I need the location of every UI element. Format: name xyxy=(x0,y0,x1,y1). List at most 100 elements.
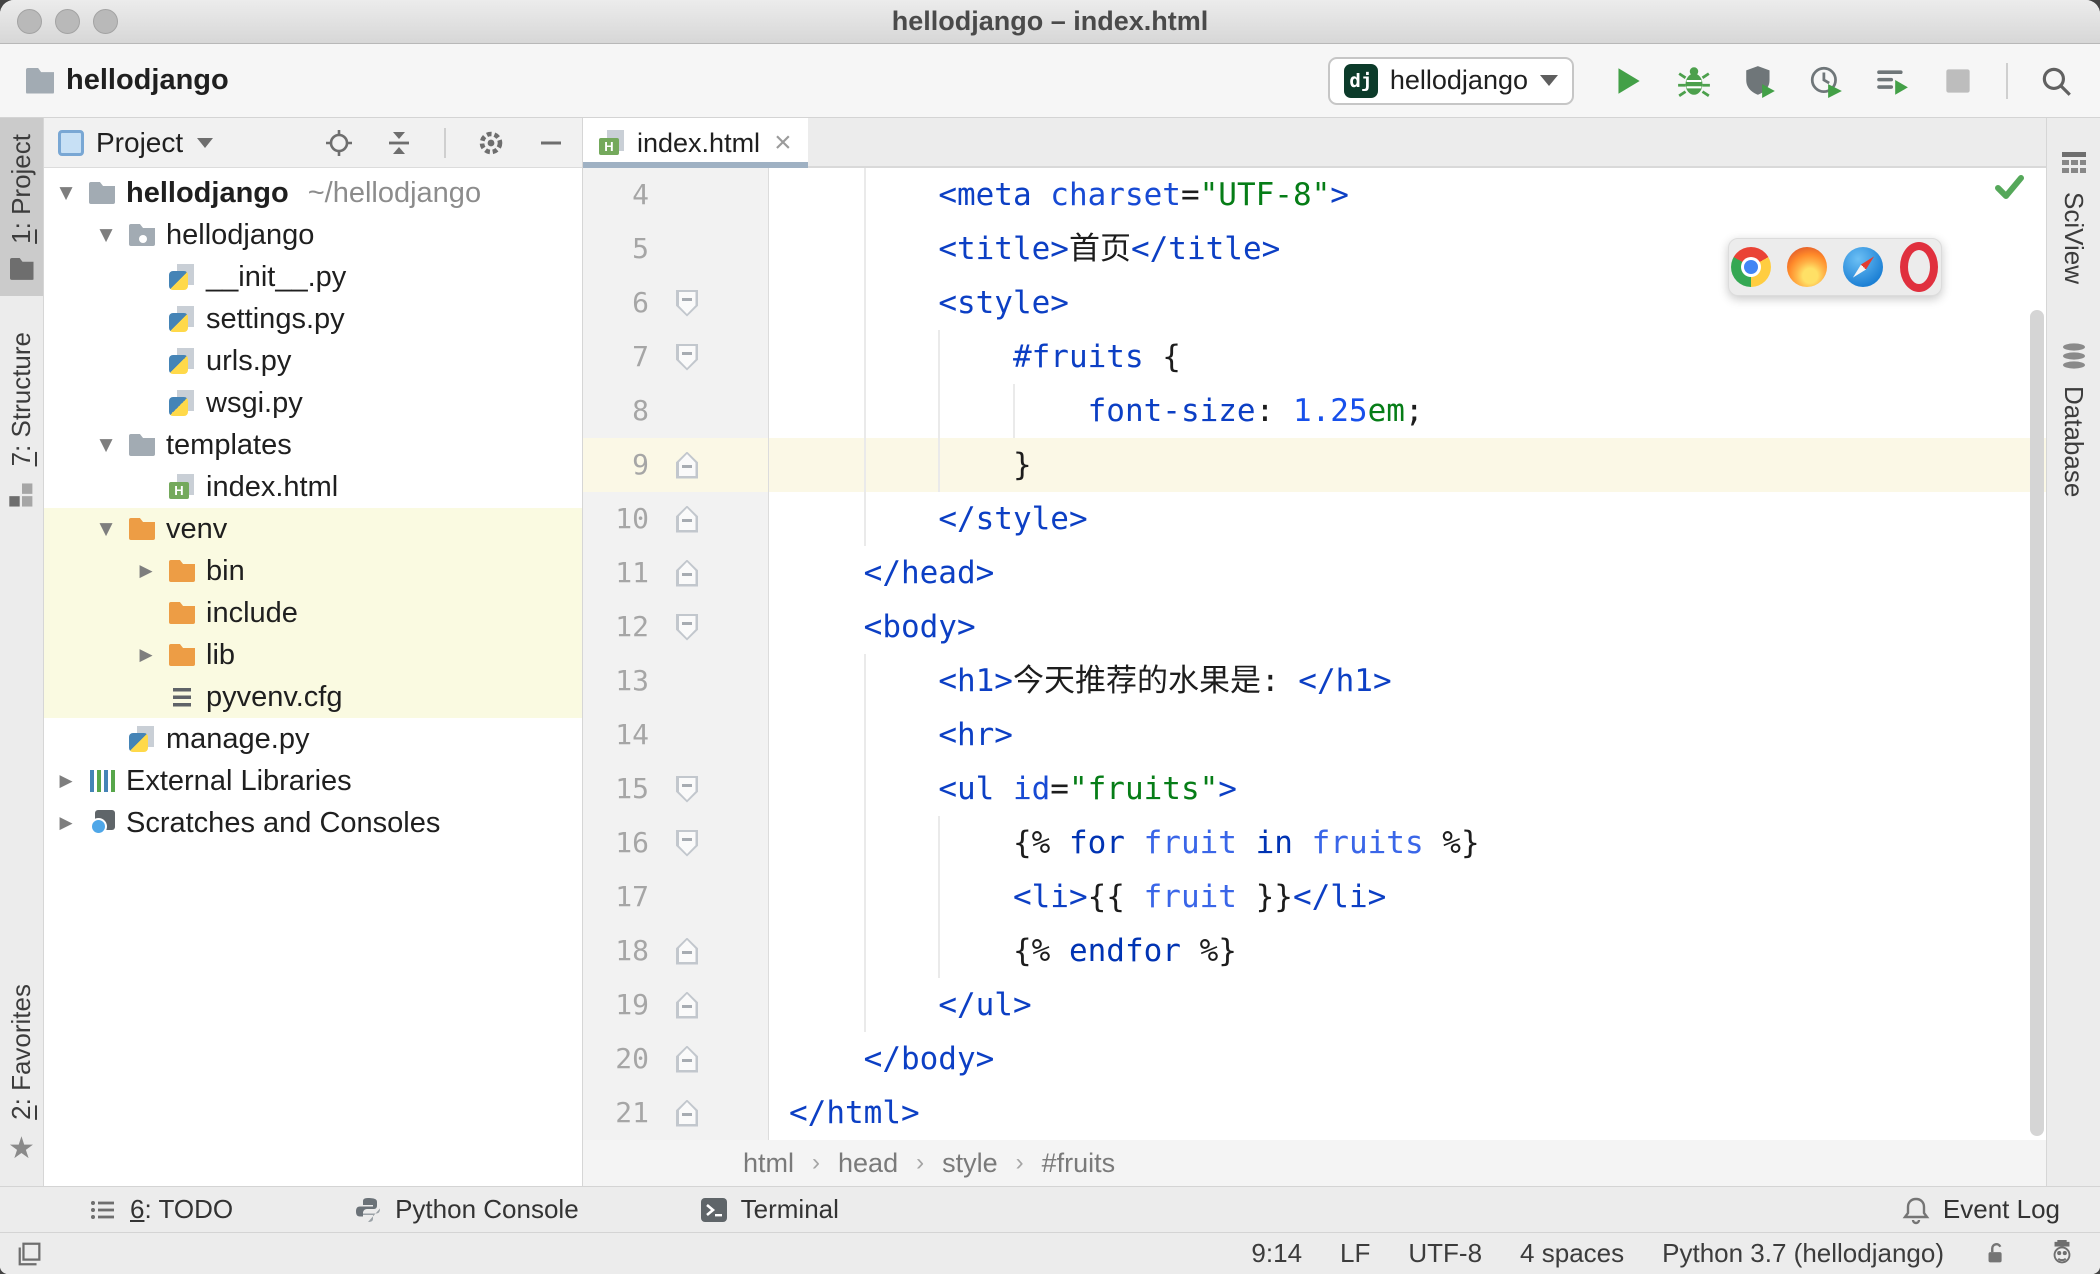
fold-region-start-icon[interactable] xyxy=(676,830,698,857)
run-configuration-select[interactable]: dj hellodjango xyxy=(1327,56,1574,105)
tree-item-wsgi-py[interactable]: ▼wsgi.py xyxy=(44,382,582,424)
code-line-16[interactable]: 16 {% for fruit in fruits %} xyxy=(583,816,2046,870)
code-line-content[interactable]: <body> xyxy=(769,600,2046,654)
fold-region-end-icon[interactable] xyxy=(676,992,698,1019)
fold-region-end-icon[interactable] xyxy=(676,506,698,533)
toolwindow-tab-sciview[interactable]: SciView xyxy=(2047,132,2100,300)
python-interpreter[interactable]: Python 3.7 (hellodjango) xyxy=(1662,1238,1944,1269)
run-concurrency-button[interactable] xyxy=(1874,63,1910,99)
toolwindow-tab-database[interactable]: Database xyxy=(2047,326,2100,513)
tree-item--init-py[interactable]: ▼__init__.py xyxy=(44,256,582,298)
fold-region-start-icon[interactable] xyxy=(676,776,698,803)
tree-item-urls-py[interactable]: ▼urls.py xyxy=(44,340,582,382)
collapse-all-icon[interactable] xyxy=(384,128,414,158)
code-line-content[interactable]: <ul id="fruits"> xyxy=(769,762,2046,816)
caret-position[interactable]: 9:14 xyxy=(1251,1238,1302,1269)
expand-arrow-icon[interactable]: ▼ xyxy=(94,225,118,245)
code-line-content[interactable]: <meta charset="UTF-8"> xyxy=(769,168,2046,222)
chevron-down-icon[interactable] xyxy=(197,137,214,148)
stop-button[interactable] xyxy=(1940,63,1976,99)
toolwindow-tab-favorites[interactable]: 2: Favorites ★ xyxy=(0,968,43,1180)
unlock-icon[interactable] xyxy=(1982,1240,2010,1268)
run-with-coverage-button[interactable] xyxy=(1742,63,1778,99)
debug-button[interactable] xyxy=(1676,63,1712,99)
fold-region-start-icon[interactable] xyxy=(676,614,698,641)
tree-item-settings-py[interactable]: ▼settings.py xyxy=(44,298,582,340)
code-line-content[interactable]: {% endfor %} xyxy=(769,924,2046,978)
locate-file-icon[interactable] xyxy=(324,128,354,158)
project-panel-title[interactable]: Project xyxy=(96,127,183,159)
code-line-content[interactable]: font-size: 1.25em; xyxy=(769,384,2046,438)
code-line-18[interactable]: 18 {% endfor %} xyxy=(583,924,2046,978)
fold-region-end-icon[interactable] xyxy=(676,452,698,479)
expand-arrow-icon[interactable]: ▶ xyxy=(134,645,158,665)
indent-setting[interactable]: 4 spaces xyxy=(1520,1238,1624,1269)
code-line-content[interactable]: </html> xyxy=(769,1086,2046,1140)
code-area[interactable]: 4 <meta charset="UTF-8"> 5 <title>首页</tit… xyxy=(583,168,2046,1140)
toolwindow-tab-terminal[interactable]: Terminal xyxy=(699,1194,839,1225)
code-line-13[interactable]: 13 <h1>今天推荐的水果是: </h1> xyxy=(583,654,2046,708)
fold-region-end-icon[interactable] xyxy=(676,1046,698,1073)
code-line-10[interactable]: 10 </style> xyxy=(583,492,2046,546)
tab-index-html[interactable]: index.html × xyxy=(583,118,808,168)
code-line-19[interactable]: 19 </ul> xyxy=(583,978,2046,1032)
expand-arrow-icon[interactable]: ▼ xyxy=(94,435,118,455)
chrome-icon[interactable] xyxy=(1731,247,1771,287)
expand-arrow-icon[interactable]: ▼ xyxy=(54,183,78,203)
editor-scrollbar[interactable] xyxy=(2030,310,2044,1136)
file-encoding[interactable]: UTF-8 xyxy=(1408,1238,1482,1269)
fold-region-start-icon[interactable] xyxy=(676,344,698,371)
tree-item-external-libraries[interactable]: ▶ External Libraries xyxy=(44,760,582,802)
code-line-content[interactable]: <hr> xyxy=(769,708,2046,762)
toolwindow-tab-project[interactable]: 1: Project xyxy=(0,118,43,296)
code-line-20[interactable]: 20 </body> xyxy=(583,1032,2046,1086)
toolwindow-tab-todo[interactable]: 6: TODO xyxy=(88,1194,233,1225)
close-tab-icon[interactable]: × xyxy=(774,128,792,158)
hide-panel-icon[interactable] xyxy=(536,128,566,158)
tree-item-hellodjango[interactable]: ▼ hellodjango ~/hellodjango xyxy=(44,172,582,214)
code-line-21[interactable]: 21 </html> xyxy=(583,1086,2046,1140)
inspections-ok-icon[interactable] xyxy=(1994,172,2024,202)
breadcrumb-html[interactable]: html xyxy=(743,1148,794,1179)
tree-item-lib[interactable]: ▶ lib xyxy=(44,634,582,676)
toolwindow-tab-python-console[interactable]: Python Console xyxy=(353,1194,579,1225)
tree-item-bin[interactable]: ▶ bin xyxy=(44,550,582,592)
code-line-9[interactable]: 9 } xyxy=(583,438,2046,492)
code-line-11[interactable]: 11 </head> xyxy=(583,546,2046,600)
code-line-4[interactable]: 4 <meta charset="UTF-8"> xyxy=(583,168,2046,222)
fold-region-end-icon[interactable] xyxy=(676,938,698,965)
breadcrumb-style[interactable]: style xyxy=(942,1148,998,1179)
tree-item-templates[interactable]: ▼ templates xyxy=(44,424,582,466)
profiler-button[interactable] xyxy=(1808,63,1844,99)
code-line-content[interactable]: </head> xyxy=(769,546,2046,600)
tree-item-index-html[interactable]: ▼index.html xyxy=(44,466,582,508)
event-log-button[interactable]: Event Log xyxy=(1901,1194,2060,1225)
code-line-content[interactable]: <li>{{ fruit }}</li> xyxy=(769,870,2046,924)
code-line-8[interactable]: 8 font-size: 1.25em; xyxy=(583,384,2046,438)
expand-arrow-icon[interactable]: ▶ xyxy=(54,813,78,833)
opera-icon[interactable] xyxy=(1899,247,1939,287)
search-everywhere-icon[interactable] xyxy=(2038,63,2074,99)
tree-item-pyvenv-cfg[interactable]: ▼pyvenv.cfg xyxy=(44,676,582,718)
tree-item-hellodjango[interactable]: ▼ hellodjango xyxy=(44,214,582,256)
gear-icon[interactable] xyxy=(476,128,506,158)
breadcrumb[interactable]: hellodjango xyxy=(26,64,229,97)
run-button[interactable] xyxy=(1610,63,1646,99)
fold-region-start-icon[interactable] xyxy=(676,290,698,317)
expand-arrow-icon[interactable]: ▶ xyxy=(54,771,78,791)
toolwindow-quick-access-icon[interactable] xyxy=(16,1240,44,1268)
tree-item-scratches-and-consoles[interactable]: ▶ Scratches and Consoles xyxy=(44,802,582,844)
firefox-icon[interactable] xyxy=(1787,247,1827,287)
highlighting-level-icon[interactable] xyxy=(2048,1239,2076,1268)
code-line-content[interactable]: <h1>今天推荐的水果是: </h1> xyxy=(769,654,2046,708)
expand-arrow-icon[interactable]: ▶ xyxy=(134,561,158,581)
fold-region-end-icon[interactable] xyxy=(676,1100,698,1127)
expand-arrow-icon[interactable]: ▼ xyxy=(94,519,118,539)
code-line-content[interactable]: #fruits { xyxy=(769,330,2046,384)
code-line-7[interactable]: 7 #fruits { xyxy=(583,330,2046,384)
code-line-content[interactable]: } xyxy=(769,438,2046,492)
code-line-15[interactable]: 15 <ul id="fruits"> xyxy=(583,762,2046,816)
line-separator[interactable]: LF xyxy=(1340,1238,1370,1269)
toolwindow-tab-structure[interactable]: 7: Structure xyxy=(0,316,43,526)
code-line-14[interactable]: 14 <hr> xyxy=(583,708,2046,762)
